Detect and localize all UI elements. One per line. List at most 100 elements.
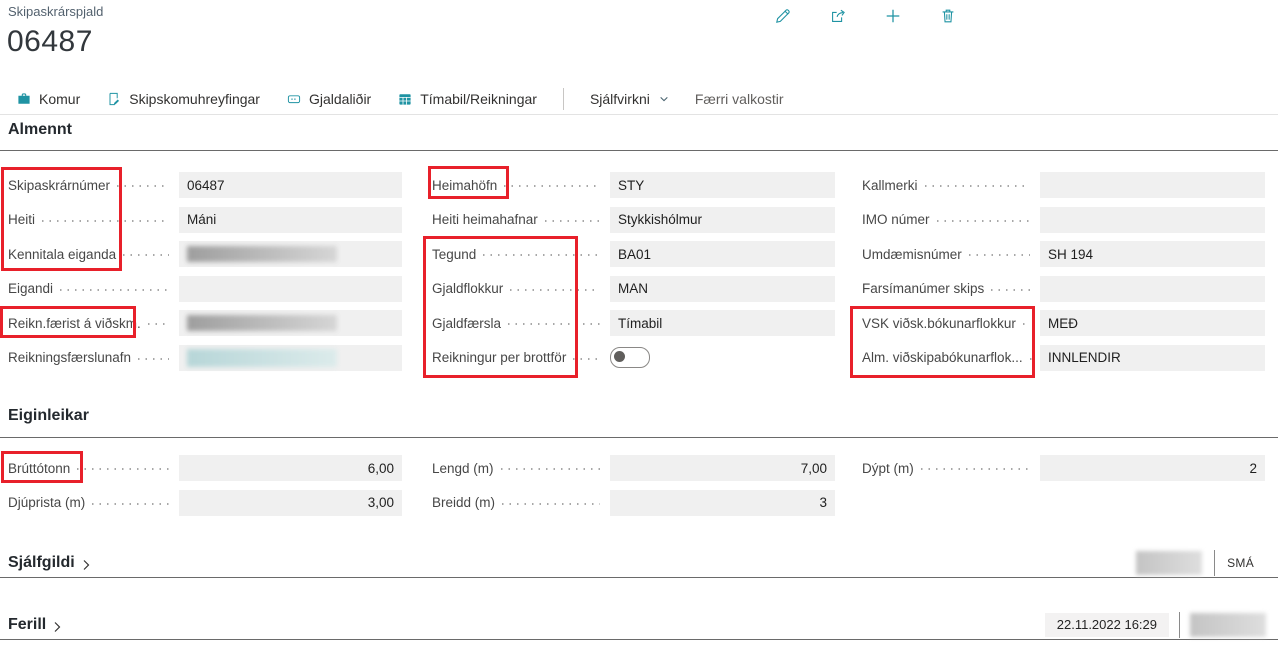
field-value[interactable] [179,310,402,336]
dotted-leader [573,358,600,360]
section-header-sjalfgildi: Sjálfgildi SMÁ [0,548,1278,578]
field-value-text: MAN [618,281,648,296]
action-label: Sjálfvirkni [590,91,650,107]
action-bar: Komur Skipskomuhreyfingar Gjaldaliðir Tí… [0,84,1278,115]
field-row: HeimahöfnSTY [432,172,835,198]
field-value[interactable] [1040,172,1265,198]
almennt-column-1: Skipaskrárnúmer06487HeitiMániKennitala e… [8,172,402,371]
field-label: Reikningsfærslunafn [8,350,131,365]
eiginleikar-column-3: Dýpt (m) 2 [862,455,1265,481]
delete-icon[interactable] [939,7,957,25]
field-label: Gjaldfærsla [432,316,501,331]
dotted-leader [60,289,169,291]
dotted-leader [117,185,169,187]
field-value-text: Stykkishólmur [618,212,702,227]
field-label: Lengd (m) [432,461,494,476]
eiginleikar-column-2: Lengd (m)7,00Breidd (m)3 [432,455,835,516]
page-title: 06487 [7,25,93,59]
field-row: Dýpt (m) 2 [862,455,1265,481]
field-value[interactable] [1040,207,1265,233]
section-header-eiginleikar: Eiginleikar [0,407,1278,438]
field-value-text: 06487 [187,178,225,193]
field-value[interactable]: 3 [610,490,835,516]
breadcrumb[interactable]: Skipaskrárspjald [8,4,103,19]
action-skipskomuhreyfingar[interactable]: Skipskomuhreyfingar [106,91,260,107]
field-value[interactable]: INNLENDIR [1040,345,1265,371]
field-row: Gjaldfærsla Tímabil [432,310,835,336]
action-faerri-valkostir[interactable]: Færri valkostir [695,91,784,107]
field-value[interactable]: BA01 [610,241,835,267]
field-row: Farsímanúmer skips [862,276,1265,302]
field-value[interactable]: MAN [610,276,835,302]
field-row: Kallmerki [862,172,1265,198]
field-row: Lengd (m) 7,00 [432,455,835,481]
field-value[interactable]: 7,00 [610,455,835,481]
field-row: Alm. viðskipabókunarflok...INNLENDIR [862,345,1265,371]
field-label: Eigandi [8,281,53,296]
section-title: Eiginleikar [8,407,89,424]
tag-icon [286,91,302,107]
action-komur[interactable]: Komur [16,91,80,107]
field-value[interactable]: MEÐ [1040,310,1265,336]
field-row: Djúprista (m) 3,00 [8,490,402,516]
sjalfgildi-summary: SMÁ [1136,550,1254,576]
field-label: Dýpt (m) [862,461,914,476]
ship-registry-card-page: Skipaskrárspjald 06487 [0,0,1278,658]
field-label: VSK viðsk.bókunarflokkur [862,316,1016,331]
field-row: Heiti Máni [8,207,402,233]
dotted-leader [921,468,1030,470]
redacted-value [187,315,337,331]
field-row: IMO númer [862,207,1265,233]
field-value-text: 3,00 [368,495,394,510]
field-label: Djúprista (m) [8,495,85,510]
field-row: Gjaldflokkur MAN [432,276,835,302]
field-value-text: Tímabil [618,316,662,331]
field-label: Heiti [8,212,35,227]
field-value[interactable]: STY [610,172,835,198]
field-value[interactable]: Tímabil [610,310,835,336]
field-label: Farsímanúmer skips [862,281,984,296]
action-label: Tímabil/Reikningar [420,91,537,107]
field-value[interactable] [179,241,402,267]
edit-icon[interactable] [774,7,792,25]
field-label: Gjaldflokkur [432,281,503,296]
field-value-text: SH 194 [1048,247,1093,262]
action-gjaldalidir[interactable]: Gjaldaliðir [286,91,371,107]
dotted-leader [148,323,169,325]
field-value[interactable]: 06487 [179,172,402,198]
field-value[interactable] [179,276,402,302]
field-value-text: STY [618,178,644,193]
dotted-leader [925,185,1030,187]
toggle-switch[interactable] [610,347,650,368]
add-icon[interactable] [884,7,902,25]
field-value[interactable] [1040,276,1265,302]
field-value[interactable]: Stykkishólmur [610,207,835,233]
field-value[interactable]: SH 194 [1040,241,1265,267]
section-sjalfgildi-toggle[interactable]: Sjálfgildi [8,554,92,572]
field-value[interactable] [179,345,402,371]
dotted-leader [502,503,600,505]
chevron-right-icon [51,620,63,632]
field-value[interactable]: 3,00 [179,490,402,516]
dotted-leader [510,289,600,291]
action-sjalfvirkni-dropdown[interactable]: Sjálfvirkni [590,91,669,107]
action-timabil-reikningar[interactable]: Tímabil/Reikningar [397,91,537,107]
dotted-leader [969,254,1030,256]
share-icon[interactable] [829,7,847,25]
dotted-leader [991,289,1030,291]
field-value[interactable]: 6,00 [179,455,402,481]
calendar-grid-icon [397,91,413,107]
field-value-text: INNLENDIR [1048,350,1121,365]
redacted-value [187,246,337,262]
section-ferill-toggle[interactable]: Ferill [8,616,63,634]
ferill-summary: 22.11.2022 16:29 [1045,612,1266,638]
field-label: Skipaskrárnúmer [8,178,110,193]
field-label: Tegund [432,247,476,262]
section-header-almennt: Almennt [0,121,1278,151]
field-value[interactable]: 2 [1040,455,1265,481]
field-row: Reikn.færist á viðskm. [8,310,402,336]
field-value[interactable]: Máni [179,207,402,233]
section-header-ferill: Ferill 22.11.2022 16:29 [0,610,1278,640]
field-row: Heiti heimahafnar Stykkishólmur [432,207,835,233]
field-label: Heiti heimahafnar [432,212,538,227]
